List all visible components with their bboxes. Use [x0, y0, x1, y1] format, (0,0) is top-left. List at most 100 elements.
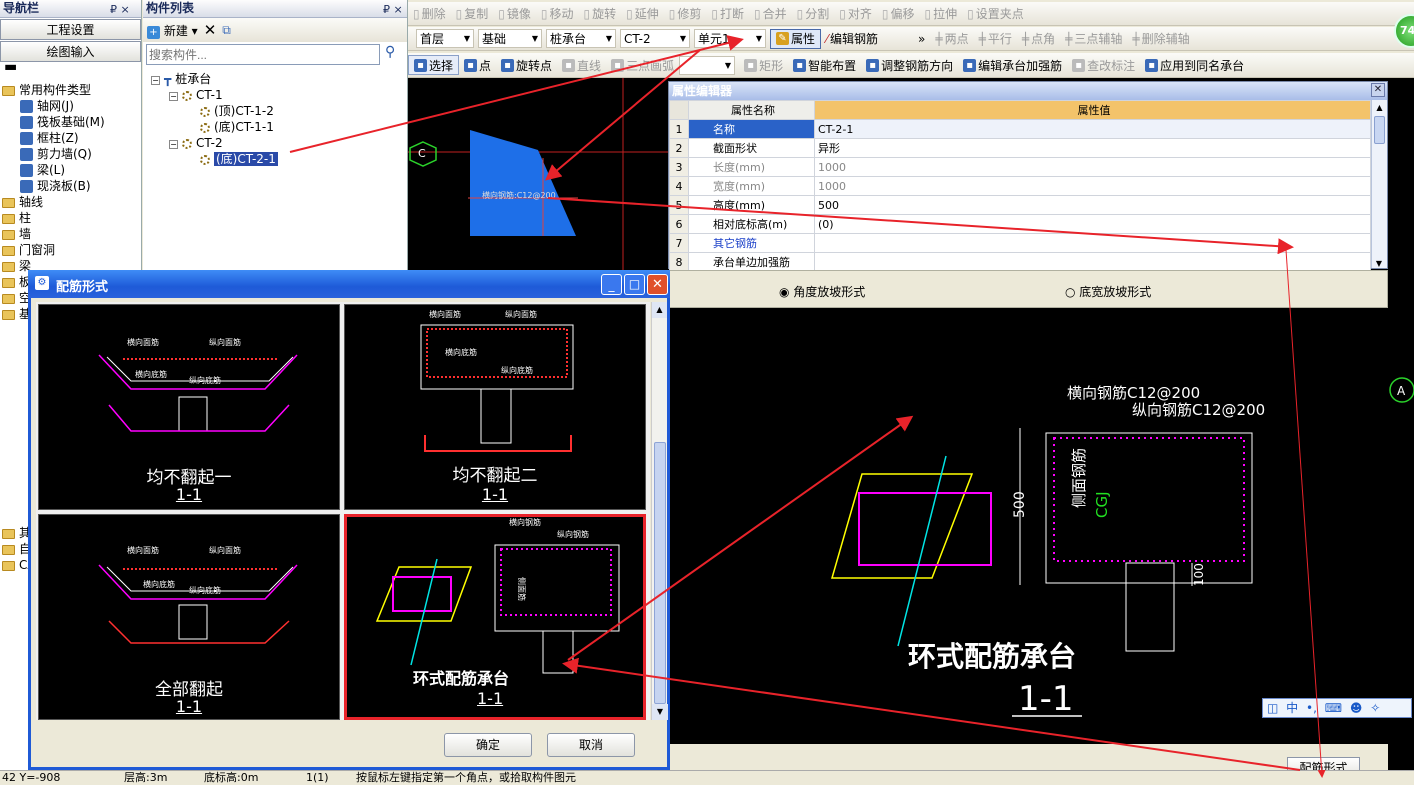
nav-folder[interactable]: 墙	[2, 226, 141, 242]
nav-item[interactable]: 框柱(Z)	[2, 130, 141, 146]
search-input[interactable]	[146, 44, 380, 65]
draw-tool-item[interactable]: ▪ 矩形	[739, 55, 788, 75]
nav-item[interactable]: 梁(L)	[2, 162, 141, 178]
toolbar-item[interactable]: ▯ 镜像	[493, 4, 536, 24]
draw-tool-item[interactable]: ▪ 智能布置	[788, 55, 861, 75]
ime-toolbar[interactable]: ◫ 中 •, ⌨ ☻ ✧	[1262, 698, 1412, 718]
dialog-scrollbar[interactable]: ▲ ▼	[651, 302, 668, 720]
ime-mode[interactable]: 中	[1286, 699, 1298, 717]
draw-tool-item[interactable]: ▪ 三点画弧	[606, 55, 679, 75]
more-icon[interactable]: »	[913, 29, 930, 49]
property-value[interactable]: (0)	[814, 214, 1371, 234]
toolbar-item[interactable]: ▯ 延伸	[621, 4, 664, 24]
scrollbar[interactable]: ▲ ▼	[1371, 100, 1387, 268]
pile-cap-shape[interactable]	[470, 130, 576, 236]
property-row[interactable]: 7 其它钢筋	[669, 233, 1371, 253]
ime-keyboard[interactable]: ⌨	[1325, 699, 1342, 717]
nav-item[interactable]: 筏板基础(M)	[2, 114, 141, 130]
component-select[interactable]: CT-2 ▼	[620, 29, 690, 48]
scroll-up-icon[interactable]: ▲	[1372, 100, 1387, 116]
toolbar-item[interactable]: ▯ 旋转	[579, 4, 622, 24]
collapse-toggle-icon[interactable]: −	[169, 92, 178, 101]
property-value[interactable]	[814, 252, 1371, 272]
option-cell-4-selected[interactable]: 横向钢筋 纵向钢筋 侧面筋 环式配筋承台 1-1	[344, 514, 646, 720]
draw-tool-item[interactable]: ▪ 选择	[408, 55, 460, 75]
scroll-down-icon[interactable]: ▼	[652, 704, 668, 720]
property-row[interactable]: 3 长度(mm) 1000	[669, 157, 1371, 177]
property-value[interactable]: 1000	[814, 176, 1371, 196]
ime-settings-icon[interactable]: ✧	[1370, 699, 1380, 717]
property-row[interactable]: 6 相对底标高(m) (0)	[669, 214, 1371, 234]
collapse-toggle-icon[interactable]: −	[169, 140, 178, 149]
new-button[interactable]: + 新建 ▾	[147, 22, 198, 39]
option-cell-2[interactable]: 横向面筋 纵向面筋 横向底筋 纵向底筋 均不翻起二 1-1	[344, 304, 646, 510]
ime-user-icon[interactable]: ☻	[1350, 699, 1363, 717]
toolbar-item[interactable]: ▯ 对齐	[834, 4, 877, 24]
axis-tool-item[interactable]: ╪ 删除辅轴	[1127, 29, 1194, 49]
project-settings-button[interactable]: 工程设置	[0, 19, 141, 40]
property-row[interactable]: 5 高度(mm) 500	[669, 195, 1371, 215]
search-icon[interactable]: ⚲	[385, 44, 395, 65]
draw-tool-item[interactable]: ▪ 旋转点	[496, 55, 557, 75]
tree-node[interactable]: − CT-1	[151, 87, 407, 103]
toolbar-item[interactable]: ▯ 打断	[706, 4, 749, 24]
radio-angle-slope[interactable]: ◉ 角度放坡形式	[779, 283, 865, 300]
tree-node[interactable]: − ┳ 桩承台	[151, 71, 407, 87]
ime-punct[interactable]: •,	[1306, 699, 1317, 717]
floor-select[interactable]: 首层 ▼	[416, 29, 474, 48]
tree-node[interactable]: (顶)CT-1-2	[151, 103, 407, 119]
property-value[interactable]: 500	[814, 195, 1371, 215]
axis-tool-item[interactable]: ╪ 两点	[930, 29, 973, 49]
axis-tool-item[interactable]: ╪ 平行	[974, 29, 1017, 49]
property-row[interactable]: 8 承台单边加强筋	[669, 252, 1371, 272]
shape-select[interactable]: ▼	[679, 55, 736, 75]
tree-node[interactable]: (底)CT-2-1	[151, 151, 407, 167]
collapse-icon[interactable]: ▬	[0, 60, 141, 76]
nav-folder[interactable]: 轴线	[2, 194, 141, 210]
scroll-down-icon[interactable]: ▼	[1372, 259, 1386, 268]
category-select[interactable]: 基础 ▼	[478, 29, 542, 48]
toolbar-item[interactable]: ▯ 偏移	[877, 4, 920, 24]
maximize-icon[interactable]: □	[624, 274, 645, 295]
nav-folder[interactable]: 常用构件类型	[2, 82, 141, 98]
radio-width-slope[interactable]: ○ 底宽放坡形式	[1065, 283, 1151, 300]
scroll-thumb[interactable]	[654, 442, 666, 704]
subcategory-select[interactable]: 桩承台 ▼	[546, 29, 616, 48]
nav-item[interactable]: 剪力墙(Q)	[2, 146, 141, 162]
property-row[interactable]: 2 截面形状 异形	[669, 138, 1371, 158]
toolbar-item[interactable]: ▯ 设置夹点	[962, 4, 1029, 24]
toolbar-item[interactable]: ▯ 合并	[749, 4, 792, 24]
toolbar-item[interactable]: ▯ 移动	[536, 4, 579, 24]
property-row[interactable]: 1 名称 CT-2-1	[669, 119, 1371, 139]
draw-tool-item[interactable]: ▪ 直线	[557, 55, 606, 75]
draw-tool-item[interactable]: ▪ 应用到同名承台	[1140, 55, 1249, 75]
scroll-up-icon[interactable]: ▲	[652, 302, 667, 318]
nav-item[interactable]: 轴网(J)	[2, 98, 141, 114]
close-icon[interactable]: ✕	[647, 274, 668, 295]
toolbar-item[interactable]: ▯ 复制	[451, 4, 494, 24]
nav-item[interactable]: 现浇板(B)	[2, 178, 141, 194]
unit-select[interactable]: 单元1 ▼	[694, 29, 766, 48]
edit-rebar-button[interactable]: ⁄ 编辑钢筋	[821, 29, 883, 49]
close-icon[interactable]: ✕	[1371, 83, 1385, 97]
toolbar-item[interactable]: ▯ 拉伸	[920, 4, 963, 24]
draw-tool-item[interactable]: ▪ 编辑承台加强筋	[958, 55, 1067, 75]
pin-close-icon[interactable]: ₽ ×	[110, 1, 130, 18]
axis-tool-item[interactable]: ╪ 点角	[1017, 29, 1060, 49]
properties-button[interactable]: ✎ 属性	[770, 28, 822, 49]
axis-tool-item[interactable]: ╪ 三点辅轴	[1060, 29, 1127, 49]
draw-input-button[interactable]: 绘图输入	[0, 41, 141, 62]
pin-close-icon[interactable]: ₽ ×	[383, 1, 403, 18]
property-row[interactable]: 4 宽度(mm) 1000	[669, 176, 1371, 196]
draw-tool-item[interactable]: ▪ 调整钢筋方向	[861, 55, 958, 75]
toolbar-item[interactable]: ▯ 修剪	[664, 4, 707, 24]
ok-button[interactable]: 确定	[444, 733, 532, 757]
nav-folder[interactable]: 门窗洞	[2, 242, 141, 258]
option-cell-3[interactable]: 横向面筋 纵向面筋 横向底筋 纵向底筋 全部翻起 1-1	[38, 514, 340, 720]
property-value[interactable]: 1000	[814, 157, 1371, 177]
draw-tool-item[interactable]: ▪ 查改标注	[1067, 55, 1140, 75]
scroll-thumb[interactable]	[1374, 116, 1385, 144]
property-value[interactable]	[814, 233, 1371, 253]
delete-icon[interactable]: ✕	[204, 21, 217, 39]
tree-node[interactable]: − CT-2	[151, 135, 407, 151]
